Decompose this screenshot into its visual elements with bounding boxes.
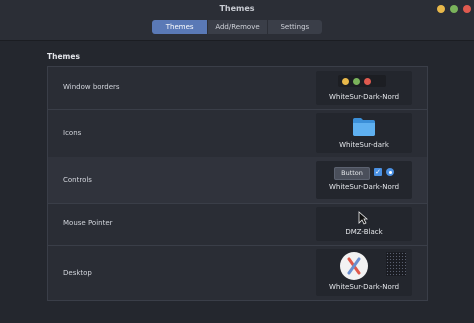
theme-name: DMZ-Black [345,228,383,236]
tab-settings[interactable]: Settings [268,20,322,34]
close-icon [364,78,371,85]
desktop-preview[interactable]: WhiteSur-Dark-Nord [316,249,412,296]
window-borders-preview[interactable]: WhiteSur-Dark-Nord [316,71,412,105]
theme-list: Window borders WhiteSur-Dark-Nord Icons … [47,66,428,301]
theme-name: WhiteSur-Dark-Nord [328,93,400,101]
row-label: Window borders [63,83,120,91]
row-window-borders[interactable]: Window borders WhiteSur-Dark-Nord [48,67,427,110]
theme-name: WhiteSur-Dark-Nord [328,283,400,291]
header-bar: Themes Themes Add/Remove Settings [0,0,474,41]
maximize-button[interactable] [450,5,458,13]
section-title: Themes [47,52,80,61]
theme-name: WhiteSur-Dark-Nord [328,183,400,191]
window-title: Themes [219,4,255,13]
tab-themes[interactable]: Themes [152,20,209,34]
row-controls[interactable]: Controls Button ✓ WhiteSur-Dark-Nord [48,157,427,204]
row-label: Desktop [63,269,92,277]
row-label: Mouse Pointer [63,219,113,227]
row-desktop[interactable]: Desktop WhiteSur-Dark-Nord [48,245,427,300]
radio-icon [386,168,394,176]
cursor-icon [358,211,368,225]
close-button[interactable] [463,5,471,13]
maximize-icon [353,78,360,85]
theme-name: WhiteSur-dark [339,141,389,149]
titlebar-sample [338,75,386,87]
cursor-preview[interactable]: DMZ-Black [316,207,412,241]
view-switcher: Themes Add/Remove Settings [152,20,322,34]
tab-add-remove[interactable]: Add/Remove [208,20,268,34]
minimize-icon [342,78,349,85]
minimize-button[interactable] [437,5,445,13]
sample-button: Button [334,167,370,180]
folder-icon [353,118,375,136]
row-icons[interactable]: Icons WhiteSur-dark [48,109,427,158]
row-label: Icons [63,129,82,137]
row-mouse-pointer[interactable]: Mouse Pointer DMZ-Black [48,203,427,246]
desktop-grid-thumbnail [386,252,406,276]
row-label: Controls [63,176,92,184]
controls-preview[interactable]: Button ✓ WhiteSur-Dark-Nord [316,161,412,199]
x-logo-icon [347,257,361,275]
checkbox-icon: ✓ [374,168,382,176]
wallpaper-thumbnail [340,252,368,280]
icons-preview[interactable]: WhiteSur-dark [316,113,412,153]
